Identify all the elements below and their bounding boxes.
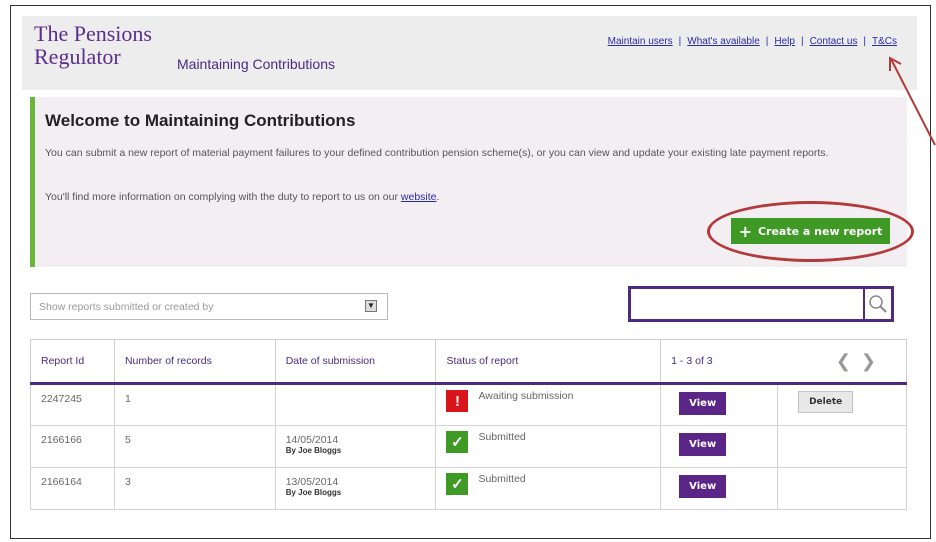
link-terms[interactable]: T&Cs [872, 36, 897, 47]
link-maintain-users[interactable]: Maintain users [608, 36, 673, 47]
report-id: 2166164 [30, 467, 115, 510]
status-text: Submitted [478, 473, 526, 485]
empty-cell [777, 425, 907, 468]
checkmark-icon: ✓ [446, 473, 469, 495]
reports-table: Report Id Number of records Date of subm… [30, 339, 907, 510]
submitted-by: By Joe Bloggs [285, 488, 342, 497]
next-page-icon[interactable]: ❯ [861, 351, 886, 371]
search-icon [869, 295, 887, 313]
pager-count: 1 - 3 of 3 [671, 355, 713, 367]
search-bar [628, 286, 894, 322]
create-report-label: Create a new report [757, 224, 883, 238]
plus-icon: + [738, 221, 752, 241]
col-number-of-records: Number of records [113, 339, 276, 385]
filter-placeholder: Show reports submitted or created by [39, 301, 214, 313]
pager-cell: 1 - 3 of 3 ❮❯ [660, 339, 907, 385]
delete-button[interactable]: Delete [798, 391, 854, 413]
welcome-intro: You can submit a new report of material … [45, 147, 829, 159]
search-input[interactable] [631, 289, 867, 319]
dropdown-arrow-icon[interactable]: ▼ [365, 300, 377, 312]
status-cell: ✓ Submitted [435, 425, 662, 468]
date-text: 14/05/2014 [285, 434, 339, 446]
logo[interactable]: The Pensions Regulator [34, 22, 152, 68]
more-info-text: You'll find more information on complyin… [45, 191, 401, 203]
col-report-id: Report Id [30, 339, 115, 385]
link-whats-available[interactable]: What's available [687, 36, 760, 47]
more-info-end: . [436, 191, 440, 203]
top-links: Maintain users | What's available | Help | Con… [607, 36, 897, 47]
view-cell: View [660, 467, 779, 510]
view-button[interactable]: View [679, 433, 727, 456]
view-cell: View [660, 425, 779, 468]
date-text: 13/05/2014 [285, 476, 339, 488]
empty-cell [777, 467, 907, 510]
status-cell: ! Awaiting submission [435, 383, 662, 426]
table-header-row: Report Id Number of records Date of subm… [30, 339, 907, 385]
checkmark-icon: ✓ [446, 431, 469, 453]
table-row: 2166164 3 13/05/2014 By Joe Bloggs ✓ Sub… [30, 467, 907, 510]
logo-line-2: Regulator [34, 44, 121, 69]
create-report-button[interactable]: + Create a new report [731, 218, 890, 244]
link-contact-us[interactable]: Contact us [810, 36, 858, 47]
record-count: 3 [113, 467, 276, 510]
submitted-by: By Joe Bloggs [285, 446, 342, 455]
col-date-of-submission: Date of submission [274, 339, 437, 385]
prev-page-icon[interactable]: ❮ [836, 351, 861, 371]
search-button[interactable] [863, 289, 891, 319]
col-status-of-report: Status of report [435, 339, 662, 385]
website-link[interactable]: website [401, 191, 437, 203]
record-count: 5 [113, 425, 276, 468]
status-text: Awaiting submission [478, 390, 574, 402]
view-button[interactable]: View [679, 475, 727, 498]
submission-date: 14/05/2014 By Joe Bloggs [274, 425, 437, 468]
welcome-more-info: You'll find more information on complyin… [45, 189, 900, 205]
welcome-title: Welcome to Maintaining Contributions [45, 111, 356, 130]
reports-filter-select[interactable]: Show reports submitted or created by ▼ [30, 293, 388, 320]
status-text: Submitted [478, 431, 526, 443]
link-help[interactable]: Help [774, 36, 795, 47]
app-title: Maintaining Contributions [177, 56, 335, 72]
status-cell: ✓ Submitted [435, 467, 662, 510]
view-cell: View [660, 383, 779, 426]
report-id: 2247245 [30, 383, 115, 426]
page-header: The Pensions Regulator Maintaining Contr… [22, 16, 917, 90]
submission-date: 13/05/2014 By Joe Bloggs [274, 467, 437, 510]
logo-line-1: The Pensions [34, 21, 152, 46]
table-row: 2247245 1 ! Awaiting submission View Del… [30, 383, 907, 426]
report-id: 2166166 [30, 425, 115, 468]
submission-date [274, 383, 437, 426]
record-count: 1 [113, 383, 276, 426]
view-button[interactable]: View [679, 392, 727, 415]
warning-icon: ! [446, 390, 469, 412]
delete-cell: Delete [777, 383, 907, 426]
table-row: 2166166 5 14/05/2014 By Joe Bloggs ✓ Sub… [30, 425, 907, 468]
